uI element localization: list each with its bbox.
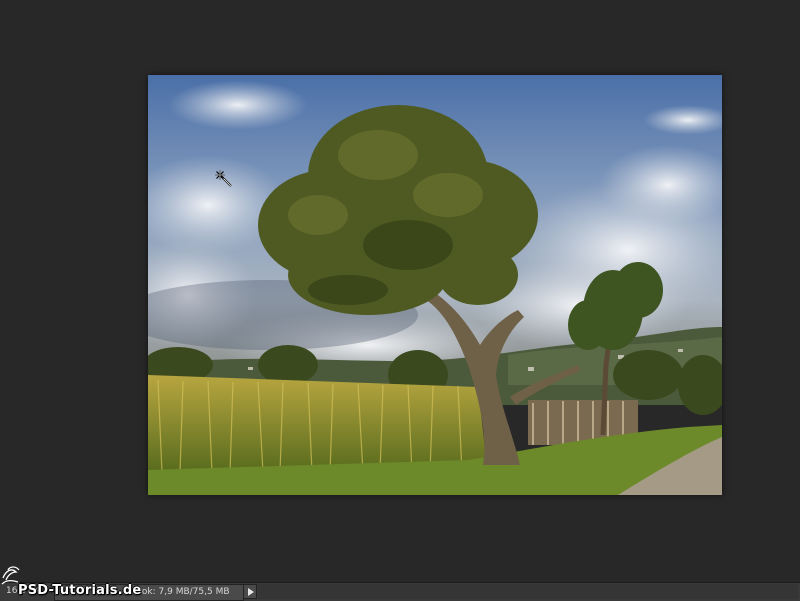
watermark-text: PSD-Tutorials.de [18,583,142,598]
photo-image [148,75,722,495]
triangle-right-icon[interactable] [243,584,257,599]
status-bar-empty [258,584,798,599]
landscape-photo[interactable] [148,75,722,495]
doc-info-text: Dok: 7,9 MB/75,5 MB [135,587,230,597]
document-canvas[interactable] [0,0,800,582]
magic-wand-cursor-icon [215,170,232,187]
